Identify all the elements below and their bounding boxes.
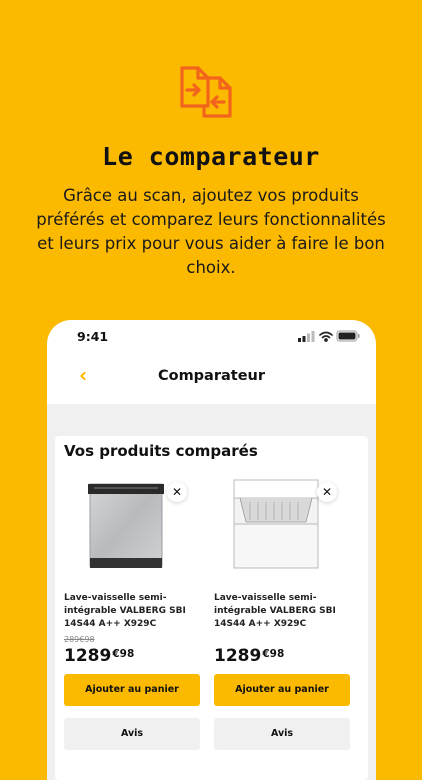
product-name[interactable]: Lave-vaisselle semi-intégrable VALBERG S… <box>64 592 200 631</box>
content-area: Vos produits comparés ✕ Lave-vaisselle s… <box>47 404 376 780</box>
section-title: Vos produits comparés <box>64 442 258 460</box>
wifi-icon <box>319 331 333 342</box>
battery-icon <box>336 330 360 342</box>
price-main: 1289 <box>64 646 112 666</box>
product-name[interactable]: Lave-vaisselle semi-intégrable VALBERG S… <box>214 592 350 631</box>
status-icons <box>298 330 360 345</box>
remove-product-button[interactable]: ✕ <box>167 482 187 502</box>
dishwasher-image[interactable] <box>78 478 170 572</box>
nav-bar: ‹ Comparateur <box>47 352 376 405</box>
old-price: 289€98 <box>64 635 95 644</box>
remove-product-button[interactable]: ✕ <box>317 482 337 502</box>
reviews-button[interactable]: Avis <box>214 718 350 750</box>
price: 1289€98 <box>64 646 134 666</box>
add-to-cart-button[interactable]: Ajouter au panier <box>64 674 200 706</box>
hero-description: Grâce au scan, ajoutez vos produits préf… <box>36 186 386 277</box>
product-card: ✕ Lave-vaisselle semi-intégrable VALBERG… <box>210 474 352 780</box>
price-main: 1289 <box>214 646 262 666</box>
dishwasher-image[interactable] <box>228 478 320 572</box>
price-cents: €98 <box>262 648 285 660</box>
status-bar: 9:41 <box>47 320 376 352</box>
add-to-cart-button[interactable]: Ajouter au panier <box>214 674 350 706</box>
price: 1289€98 <box>214 646 284 666</box>
compare-documents-icon <box>180 66 232 118</box>
page-title: Comparateur <box>157 368 266 384</box>
reviews-button[interactable]: Avis <box>64 718 200 750</box>
signal-icon <box>298 331 315 342</box>
product-card: ✕ Lave-vaisselle semi-intégrable VALBERG… <box>60 474 202 780</box>
hero-title: Le comparateur <box>102 142 320 171</box>
phone-frame: 9:41 ‹ Comparateur Vos produits comparés… <box>47 320 376 780</box>
compared-products-section: Vos produits comparés ✕ Lave-vaisselle s… <box>55 436 368 780</box>
price-cents: €98 <box>112 648 135 660</box>
status-time: 9:41 <box>77 329 109 344</box>
